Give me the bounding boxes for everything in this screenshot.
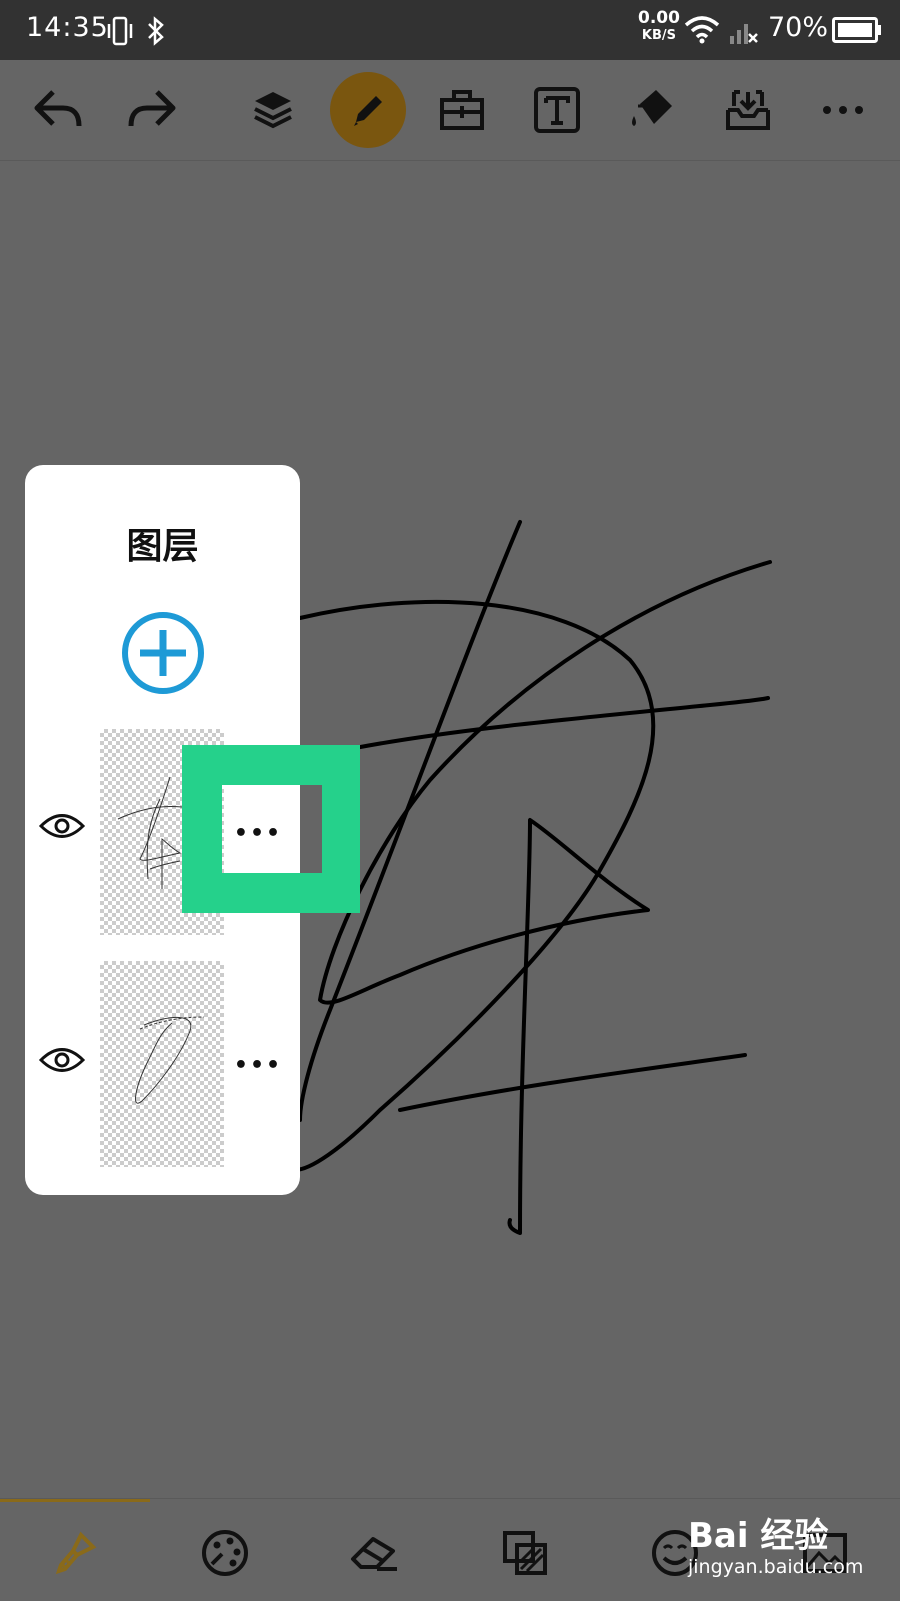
more-icon	[823, 106, 863, 114]
save-tray-icon	[726, 90, 770, 130]
eye-icon	[38, 814, 86, 838]
layer-item[interactable]: •••	[25, 961, 300, 1169]
palette-tab[interactable]	[197, 1525, 253, 1581]
battery-icon	[832, 17, 881, 43]
layer-visibility-toggle[interactable]	[38, 811, 86, 845]
layers-icon	[254, 92, 292, 129]
palette-icon	[202, 1530, 248, 1576]
redo-button[interactable]	[117, 75, 187, 145]
wifi-icon	[684, 16, 720, 44]
watermark-brand: Bai 经验	[688, 1516, 829, 1556]
redo-icon	[128, 90, 176, 127]
layer-more-button[interactable]: •••	[233, 1045, 283, 1085]
layer-blend-tab[interactable]	[497, 1525, 553, 1581]
add-layer-button[interactable]	[120, 610, 206, 700]
undo-button[interactable]	[23, 75, 93, 145]
status-time: 14:35	[26, 12, 109, 43]
layer-blend-icon	[503, 1531, 547, 1575]
layer-thumbnail-sketch	[135, 1016, 205, 1104]
layers-button[interactable]	[238, 75, 308, 145]
highlight-box	[182, 745, 360, 913]
layer-visibility-toggle[interactable]	[38, 1045, 86, 1079]
battery-percent: 70%	[768, 12, 829, 43]
layers-panel-title: 图层	[126, 525, 199, 567]
active-tab-indicator	[0, 1499, 150, 1502]
pencil-button[interactable]	[330, 72, 406, 148]
add-circle-icon	[122, 612, 204, 694]
signal-icon	[730, 24, 758, 44]
status-bar: 14:35 0.00 KB/S 70%	[0, 0, 900, 60]
watermark-url: jingyan.baidu.com	[688, 1556, 864, 1578]
save-button[interactable]	[713, 75, 783, 145]
undo-icon	[34, 90, 82, 127]
layer-thumbnail[interactable]	[100, 961, 224, 1167]
eraser-icon	[351, 1537, 397, 1571]
top-toolbar	[0, 60, 900, 161]
bluetooth-icon	[148, 16, 164, 46]
vibrate-icon	[107, 16, 133, 46]
brush-icon	[55, 1531, 97, 1575]
pencil-icon	[354, 96, 382, 126]
toolbox-button[interactable]	[427, 75, 497, 145]
watermark: Bai 经验 jingyan.baidu.com	[688, 1500, 898, 1590]
more-button[interactable]	[808, 75, 878, 145]
eye-icon	[38, 1048, 86, 1072]
network-speed: 0.00 KB/S	[638, 8, 680, 44]
fill-button[interactable]	[617, 75, 687, 145]
text-tool-button[interactable]	[522, 75, 592, 145]
toolbox-icon	[440, 90, 484, 130]
paint-bucket-icon	[632, 90, 672, 126]
text-icon	[534, 87, 580, 133]
brush-tab[interactable]	[47, 1525, 103, 1581]
eraser-tab[interactable]	[347, 1525, 403, 1581]
